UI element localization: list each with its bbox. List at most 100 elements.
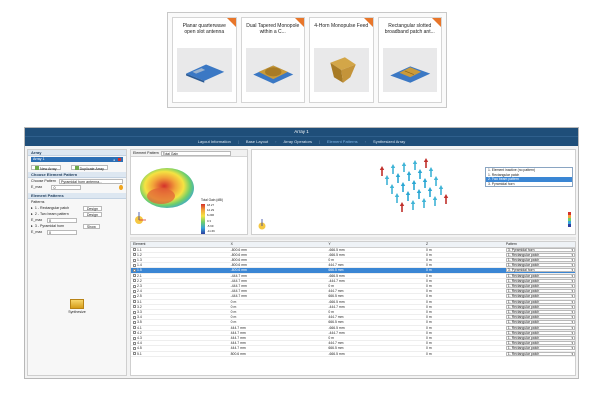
row-checkbox[interactable] (133, 326, 136, 330)
pattern-quantity-select[interactable]: Total Gain (160, 150, 231, 156)
pattern-cell[interactable]: 1. Rectangular patch ▾ (503, 293, 575, 300)
pattern-design-button[interactable]: Design (82, 205, 102, 211)
template-card[interactable]: Planar quarterwave open slot antenna (172, 17, 237, 103)
pattern-design-button[interactable]: Design (82, 211, 102, 217)
tab-layout-information[interactable]: Layout Information (195, 139, 234, 144)
patch-element-marker[interactable] (438, 185, 444, 195)
row-checkbox[interactable] (133, 294, 136, 298)
pattern-cell[interactable]: 1. Rectangular patch ▾ (503, 340, 575, 347)
row-checkbox[interactable] (133, 268, 136, 272)
element-cell[interactable]: 5.1 (131, 351, 229, 357)
pattern-cell[interactable]: 1. Rectangular patch ▾ (503, 283, 575, 290)
pattern-select[interactable]: 1. Rectangular patch ▾ (505, 273, 575, 278)
patch-element-marker[interactable] (394, 193, 400, 203)
array-section-header[interactable]: Array (28, 150, 126, 156)
row-checkbox[interactable] (133, 315, 136, 319)
row-checkbox[interactable] (133, 336, 136, 340)
choose-pattern-select[interactable]: Pyramidal horn antenna... (59, 178, 123, 184)
horn-element-marker[interactable] (443, 194, 449, 204)
pattern-cell[interactable]: 1. Rectangular patch ▾ (503, 330, 575, 336)
patch-element-marker[interactable] (427, 187, 433, 197)
pattern-cell[interactable]: 1. Rectangular patch ▾ (503, 351, 575, 357)
duplicate-array-button[interactable]: Duplicate Array (70, 164, 108, 171)
pattern-cell[interactable]: 3. Pyramidal horn ▾ (503, 247, 575, 253)
pattern-select[interactable]: 1. Rectangular patch ▾ (505, 320, 575, 325)
row-checkbox[interactable] (133, 248, 136, 252)
pattern-select[interactable]: 1. Rectangular patch ▾ (505, 336, 575, 340)
patch-element-marker[interactable] (421, 198, 427, 208)
pattern-cell[interactable]: 1. Rectangular patch ▾ (503, 252, 575, 258)
tab-base-layout[interactable]: Base Layout (243, 139, 271, 144)
patch-element-marker[interactable] (395, 173, 401, 183)
pattern-cell[interactable]: 1. Rectangular patch ▾ (503, 314, 575, 321)
pattern-select[interactable]: 1. Rectangular patch ▾ (505, 351, 575, 356)
row-checkbox[interactable] (133, 320, 136, 324)
pattern-plot-area[interactable]: Total Gain (dBi) 18.27 12.29 6.296 0.3 -… (131, 158, 247, 234)
template-card[interactable]: Rectangular slotted broadband patch ant.… (377, 17, 442, 103)
row-checkbox[interactable] (133, 279, 136, 283)
patch-element-marker[interactable] (433, 176, 439, 186)
pattern-select[interactable]: 1. Rectangular patch ▾ (505, 315, 575, 319)
x-cell[interactable]: 800.6 mm (228, 351, 327, 357)
synthesize-button[interactable]: Synthesize (66, 299, 88, 314)
pattern-select[interactable]: 1. Rectangular patch ▾ (505, 299, 575, 304)
pattern-select[interactable]: 3. Pyramidal horn ▾ (505, 268, 575, 272)
pattern-select[interactable]: 1. Rectangular patch ▾ (505, 252, 575, 257)
row-checkbox[interactable] (133, 341, 136, 345)
pattern-cell[interactable]: 1. Rectangular patch ▾ (503, 262, 575, 269)
patch-element-marker[interactable] (390, 164, 396, 174)
e-max-input[interactable]: 0 (47, 217, 77, 223)
patch-element-marker[interactable] (432, 196, 438, 206)
patch-element-marker[interactable] (422, 178, 428, 188)
pattern-cell[interactable]: 1. Rectangular patch ▾ (503, 335, 575, 342)
pattern-cell[interactable]: 3. Pyramidal horn ▾ (503, 267, 575, 274)
tab-array-operators[interactable]: Array Operators (281, 139, 315, 144)
array-3d-view[interactable] (251, 149, 576, 235)
tab-element-patterns[interactable]: Element Patterns (324, 139, 361, 144)
pattern-select[interactable]: 1. Rectangular patch ▾ (505, 330, 575, 335)
pattern-select[interactable]: 1. Rectangular patch ▾ (505, 289, 575, 293)
row-checkbox[interactable] (133, 305, 136, 309)
pattern-cell[interactable]: 1. Rectangular patch ▾ (503, 309, 575, 316)
new-array-button[interactable]: New Array (31, 164, 61, 171)
patch-element-marker[interactable] (412, 160, 418, 170)
pattern-select[interactable]: 1. Rectangular patch ▾ (505, 278, 575, 283)
patch-element-marker[interactable] (384, 175, 390, 185)
pattern-select[interactable]: 1. Rectangular patch ▾ (505, 263, 575, 267)
row-checkbox[interactable] (133, 258, 136, 262)
pattern-select[interactable]: 1. Rectangular patch ▾ (505, 304, 575, 309)
tab-synthesized-array[interactable]: Synthesized Array (370, 139, 408, 144)
row-checkbox[interactable] (133, 352, 136, 356)
patch-element-marker[interactable] (406, 171, 412, 181)
patch-element-marker[interactable] (416, 189, 422, 199)
table-row[interactable]: 5.1 800.6 mm -666.5 mm 0 m 1. Rectangular pa… (131, 351, 575, 357)
horn-element-marker[interactable] (423, 158, 429, 168)
array-list-item[interactable]: Array 1 ● (31, 157, 123, 162)
pattern-select[interactable]: 1. Rectangular patch ▾ (505, 325, 575, 330)
patch-element-marker[interactable] (417, 169, 423, 179)
patch-element-marker[interactable] (389, 184, 395, 194)
pattern-cell[interactable]: 1. Rectangular patch ▾ (503, 288, 575, 295)
pattern-select[interactable]: 1. Rectangular patch ▾ (505, 310, 575, 314)
pattern-select[interactable]: 1. Rectangular patch ▾ (505, 346, 575, 351)
row-checkbox[interactable] (133, 284, 136, 288)
e-max-input[interactable]: 0 (51, 184, 82, 190)
pattern-cell[interactable]: 1. Rectangular patch ▾ (503, 299, 575, 305)
expand-icon[interactable]: ▸ (31, 212, 33, 216)
patch-element-marker[interactable] (411, 180, 417, 190)
template-card[interactable]: 4-Horn Monopulse Feed (309, 17, 374, 103)
pattern-cell[interactable]: 1. Rectangular patch ▾ (503, 304, 575, 310)
pattern-show-button[interactable]: Show (82, 223, 100, 229)
pattern-cell[interactable]: 1. Rectangular patch ▾ (503, 325, 575, 331)
pattern-select[interactable]: 3. Pyramidal horn ▾ (505, 247, 575, 252)
expand-icon[interactable]: ▸ (31, 224, 33, 228)
y-cell[interactable]: -666.5 mm (326, 351, 425, 357)
row-checkbox[interactable] (133, 346, 136, 350)
patch-element-marker[interactable] (410, 200, 416, 210)
patch-element-marker[interactable] (428, 167, 434, 177)
row-checkbox[interactable] (133, 310, 136, 314)
color-swatch-icon[interactable] (118, 158, 121, 161)
horn-element-marker[interactable] (399, 202, 405, 212)
patch-element-marker[interactable] (401, 162, 407, 172)
patch-element-marker[interactable] (400, 182, 406, 192)
